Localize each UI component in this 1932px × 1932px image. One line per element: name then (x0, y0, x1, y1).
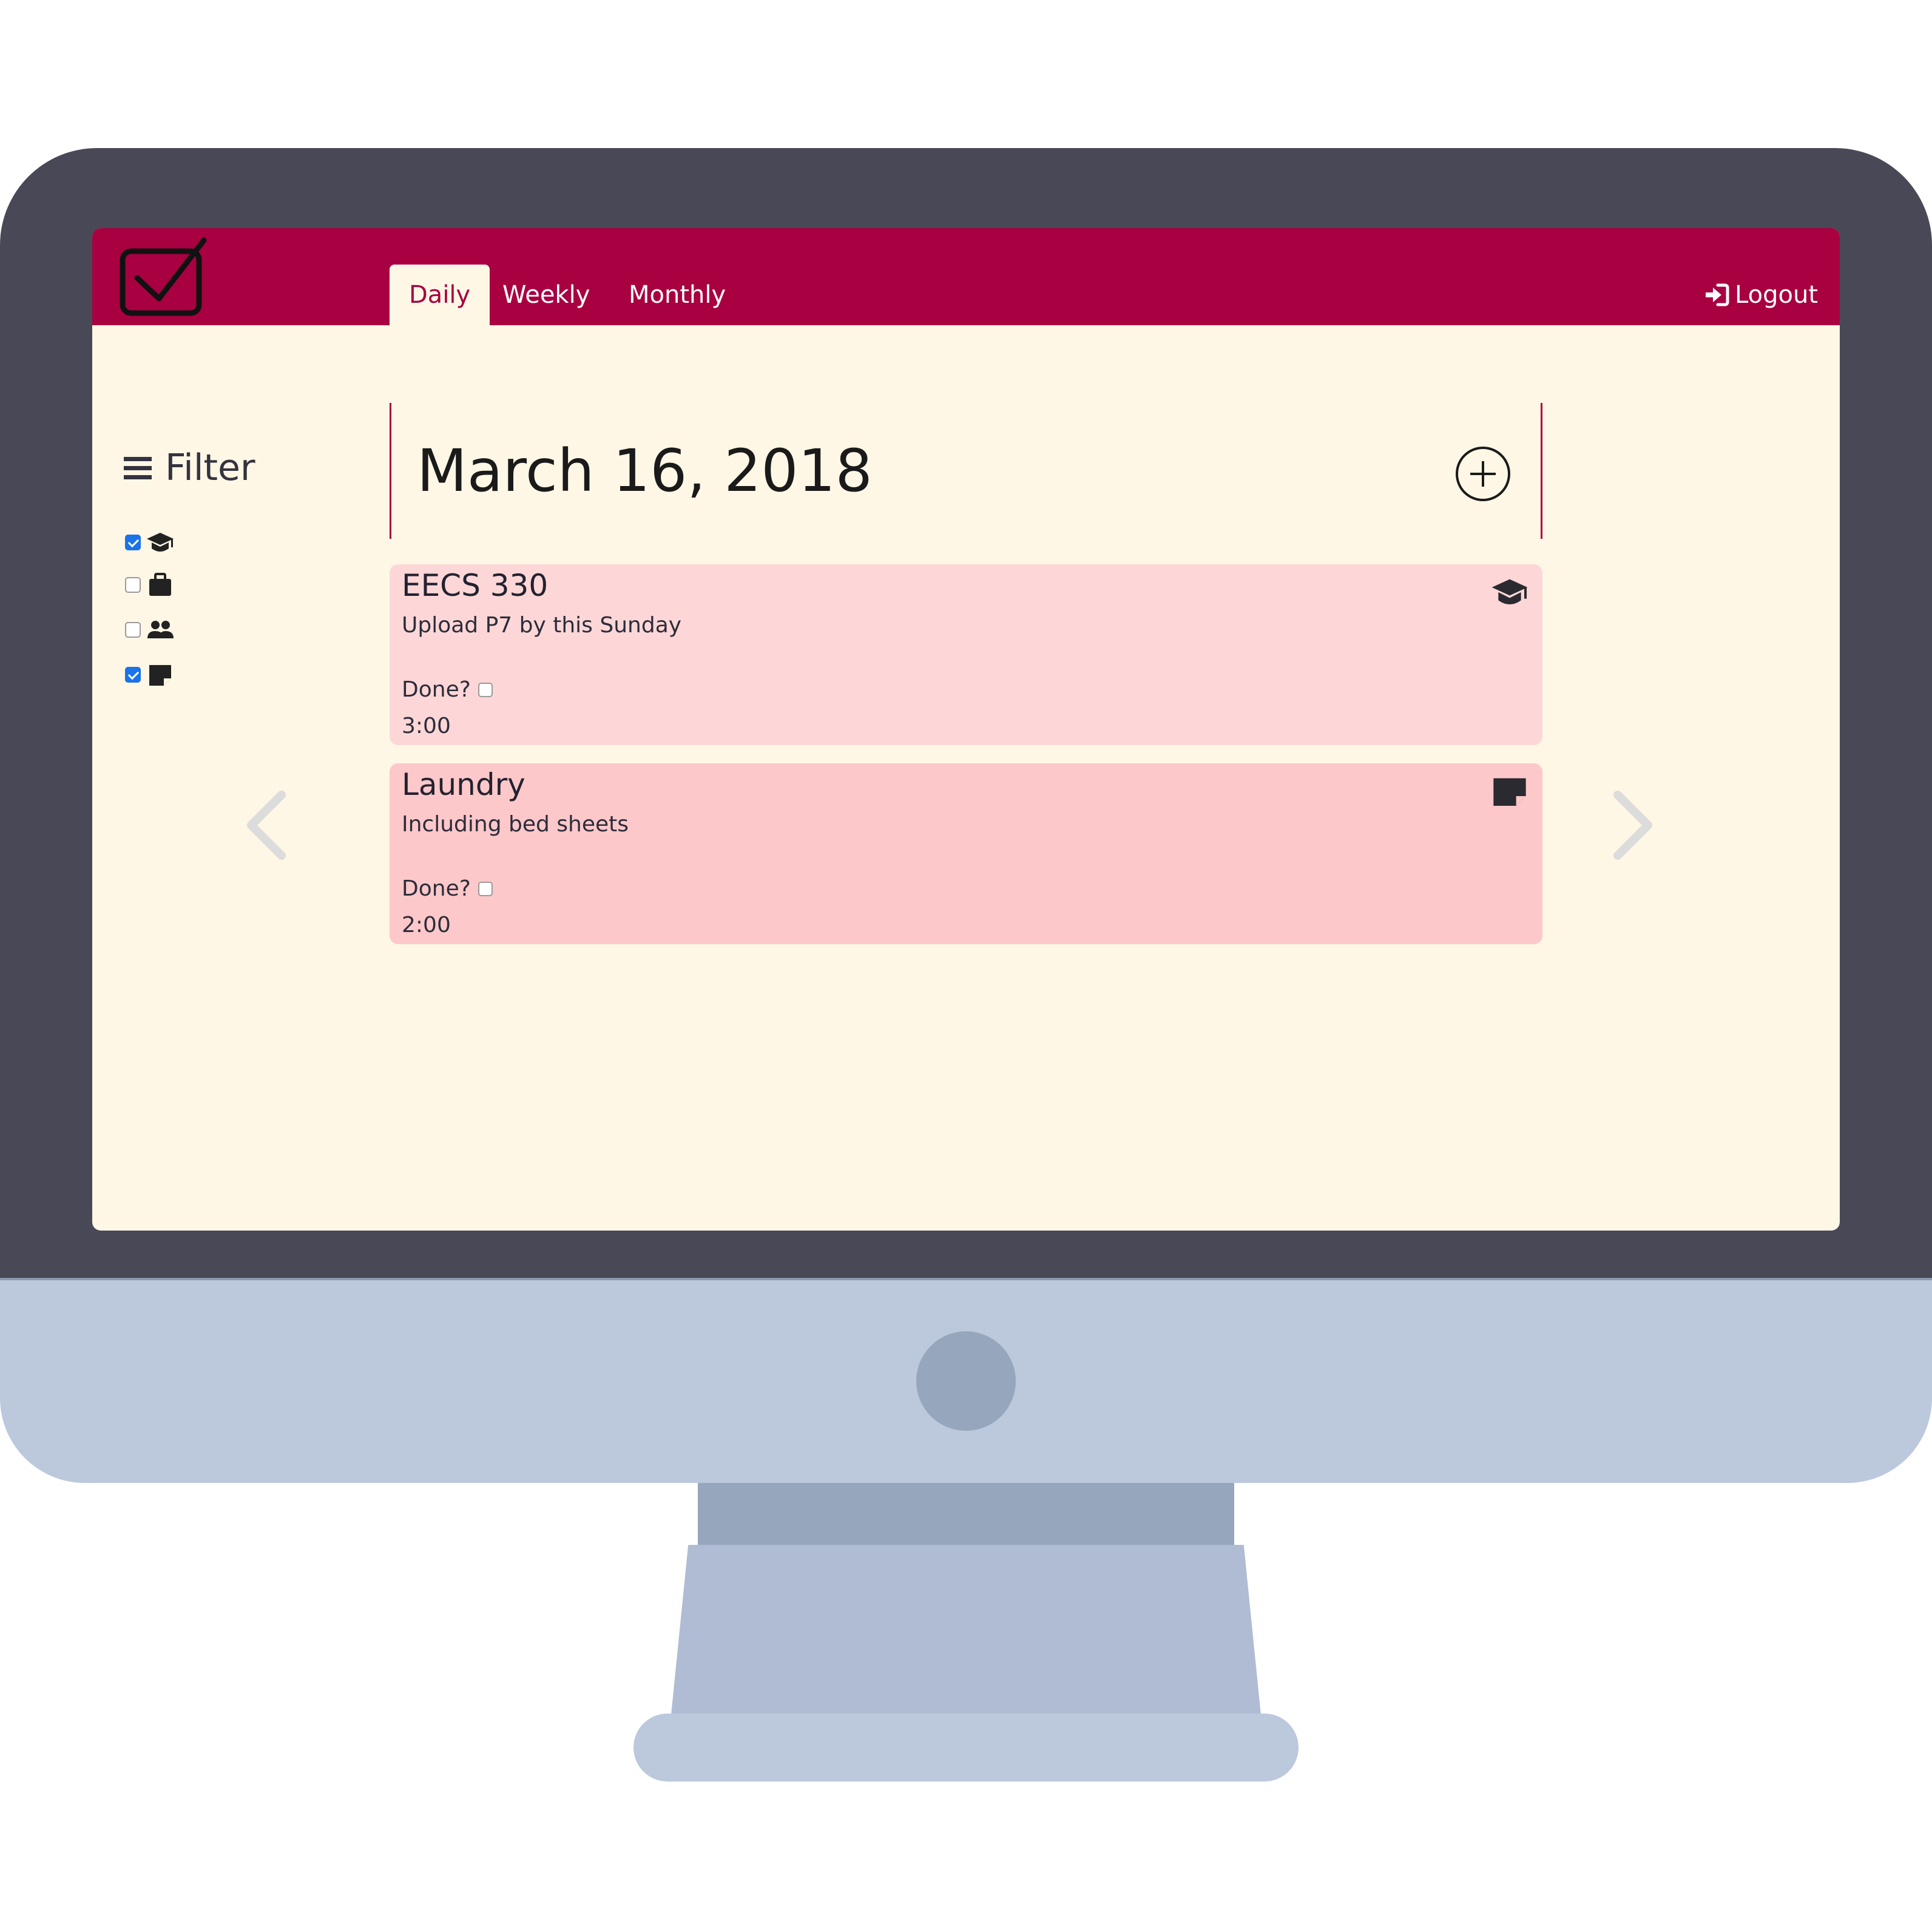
bars-icon (124, 457, 152, 479)
task-time: 3:00 (402, 714, 451, 738)
filter-school-checkbox[interactable] (125, 535, 141, 550)
filter-social-checkbox[interactable] (125, 622, 141, 638)
filter-work-checkbox[interactable] (125, 577, 141, 593)
monitor-mockup: Daily Weekly Monthly Logout Filter March… (0, 0, 1932, 1932)
next-day-arrow-icon[interactable] (1608, 789, 1657, 862)
task-title: EECS 330 (402, 568, 549, 603)
task-done-row: Done? (402, 677, 493, 702)
monitor-neck-top (698, 1483, 1234, 1547)
briefcase-icon (149, 573, 171, 596)
date-header: March 16, 2018 (390, 403, 1542, 539)
task-card[interactable]: Laundry Including bed sheets Done? 2:00 (390, 763, 1542, 944)
tab-monthly[interactable]: Monthly (609, 265, 745, 325)
filter-note-checkbox[interactable] (125, 667, 141, 683)
prev-day-arrow-icon[interactable] (243, 789, 291, 862)
monitor-base (633, 1714, 1299, 1782)
logout-label: Logout (1735, 281, 1818, 309)
filter-item-note (125, 663, 175, 687)
tab-weekly[interactable]: Weekly (483, 265, 609, 325)
task-description: Including bed sheets (402, 812, 629, 837)
task-description: Upload P7 by this Sunday (402, 613, 682, 638)
task-title: Laundry (402, 767, 525, 802)
task-done-checkbox[interactable] (478, 881, 493, 896)
sticky-note-icon (1493, 778, 1526, 806)
task-done-label: Done? (402, 876, 471, 901)
filter-item-work (125, 573, 175, 597)
graduation-cap-icon (147, 533, 174, 552)
logout-button[interactable]: Logout (1703, 265, 1818, 325)
filter-item-school (125, 530, 175, 555)
graduation-cap-icon (1491, 579, 1528, 604)
filter-item-social (125, 618, 175, 642)
navbar: Daily Weekly Monthly Logout (92, 228, 1840, 325)
task-time: 2:00 (402, 913, 451, 937)
add-task-button[interactable] (1456, 447, 1510, 501)
date-title: March 16, 2018 (417, 437, 873, 505)
monitor-neck (670, 1545, 1262, 1721)
app-screen: Daily Weekly Monthly Logout Filter March… (92, 228, 1840, 1231)
checkbox-logo-icon[interactable] (119, 235, 210, 318)
monitor-power-dot (916, 1331, 1016, 1431)
users-icon (147, 621, 174, 638)
task-card[interactable]: EECS 330 Upload P7 by this Sunday Done? … (390, 564, 1542, 745)
task-done-row: Done? (402, 876, 493, 901)
sign-in-icon (1706, 283, 1729, 306)
filter-heading[interactable]: Filter (123, 447, 255, 489)
task-done-label: Done? (402, 677, 471, 702)
tab-daily[interactable]: Daily (390, 265, 490, 325)
task-done-checkbox[interactable] (478, 682, 493, 697)
filter-title: Filter (165, 447, 255, 489)
sticky-note-icon (149, 665, 171, 686)
